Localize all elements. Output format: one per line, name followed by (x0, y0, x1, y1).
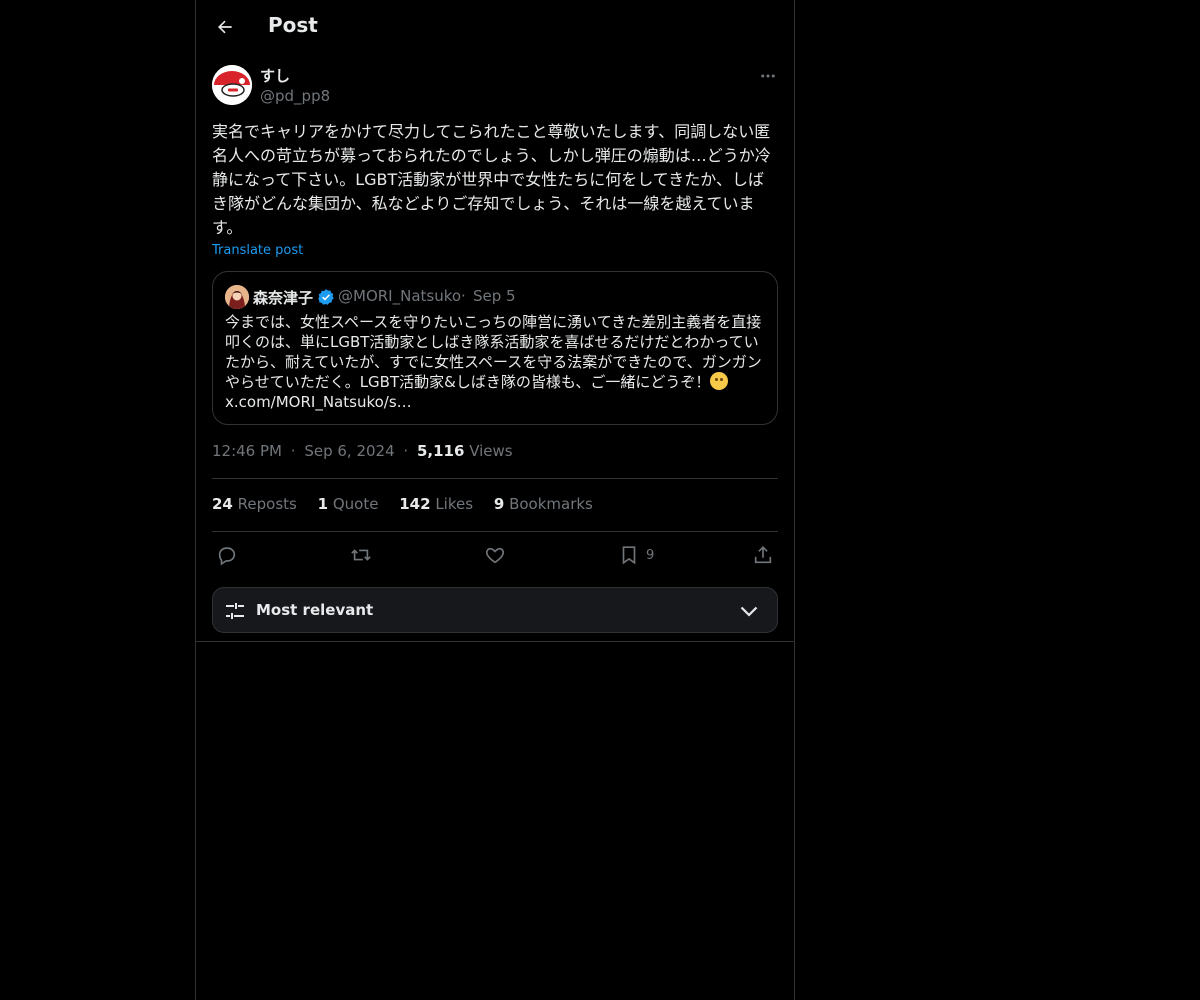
repost-button[interactable] (350, 543, 372, 567)
sliders-icon (226, 603, 244, 619)
quote-avatar (225, 285, 249, 309)
likes-stat[interactable]: 142 Likes (399, 495, 473, 513)
views-label: Views (469, 442, 513, 460)
bookmarks-stat[interactable]: 9 Bookmarks (494, 495, 593, 513)
quote-separator: · (461, 287, 466, 305)
views-count: 5,116 (416, 442, 465, 460)
divider (212, 478, 778, 479)
sushi-avatar-image (212, 65, 252, 105)
reposts-label: Reposts (237, 495, 297, 513)
quotes-stat[interactable]: 1 Quote (318, 495, 379, 513)
divider (212, 531, 778, 532)
reply-button[interactable] (216, 543, 238, 567)
meta-separator: · (290, 442, 296, 460)
engagement-stats: 24 Reposts 1 Quote 142 Likes 9 Bookmarks (212, 495, 609, 513)
action-bar: 9 (212, 543, 778, 567)
arrow-left-icon (218, 20, 232, 34)
top-bar: Post (196, 0, 794, 54)
post-time[interactable]: 12:46 PM (212, 442, 282, 460)
heart-icon (485, 547, 505, 564)
bookmarks-count: 9 (493, 495, 505, 513)
quote-author-name: 森奈津子 (253, 289, 314, 307)
quote-author-handle: @MORI_Natsuko (338, 287, 462, 305)
post-date[interactable]: Sep 6, 2024 (304, 442, 394, 460)
bookmarks-label: Bookmarks (509, 495, 593, 513)
repost-icon (351, 549, 371, 561)
bookmark-icon (622, 546, 636, 565)
section-divider (196, 641, 794, 642)
bookmark-button[interactable]: 9 (618, 543, 654, 567)
quotes-count: 1 (317, 495, 329, 513)
main-column: Post すし @pd_pp8 実名でキャリアをかけて尽力してこられたこと尊敬い… (195, 0, 795, 1000)
likes-count: 142 (399, 495, 431, 513)
meta-separator: · (403, 442, 409, 460)
post-metadata: 12:46 PM · Sep 6, 2024 · 5,116 Views (212, 442, 513, 460)
quote-link[interactable]: x.com/MORI_Natsuko/s… (225, 392, 765, 412)
post-text: 実名でキャリアをかけて尽力してこられたこと尊敬いたします、同調しない匿名人への苛… (212, 122, 771, 237)
more-options-button[interactable] (752, 66, 784, 86)
reply-sort-dropdown[interactable]: Most relevant (212, 587, 778, 633)
quotes-label: Quote (332, 495, 379, 513)
reposts-stat[interactable]: 24 Reposts (212, 495, 297, 513)
smiling-face-emoji-icon (710, 372, 729, 390)
quote-text: 今までは、女性スペースを守りたいこっちの陣営に湧いてきた差別主義者を直接叩くのは… (225, 312, 765, 412)
portrait-avatar-image (225, 285, 249, 309)
quote-body: 今までは、女性スペースを守りたいこっちの陣営に湧いてきた差別主義者を直接叩くのは… (225, 313, 762, 391)
quoted-post[interactable]: 森奈津子 @MORI_Natsuko · Sep 5 今までは、女性スペースを守… (212, 271, 778, 425)
likes-label: Likes (435, 495, 474, 513)
chevron-down-icon (740, 606, 758, 617)
bookmark-count: 9 (646, 547, 655, 563)
reply-icon (218, 547, 236, 566)
share-button[interactable] (752, 543, 774, 567)
verified-badge-icon (318, 289, 334, 305)
more-horizontal-icon (761, 74, 775, 78)
sort-label: Most relevant (256, 601, 374, 619)
author-name[interactable]: すし (260, 65, 290, 86)
share-icon (754, 546, 772, 564)
back-button[interactable] (208, 10, 242, 44)
quote-date: Sep 5 (473, 287, 516, 305)
author-handle[interactable]: @pd_pp8 (260, 87, 330, 105)
like-button[interactable] (484, 543, 506, 567)
reposts-count: 24 (212, 495, 233, 513)
page-title: Post (268, 13, 318, 37)
translate-post-link[interactable]: Translate post (212, 243, 303, 258)
avatar[interactable] (212, 65, 252, 105)
